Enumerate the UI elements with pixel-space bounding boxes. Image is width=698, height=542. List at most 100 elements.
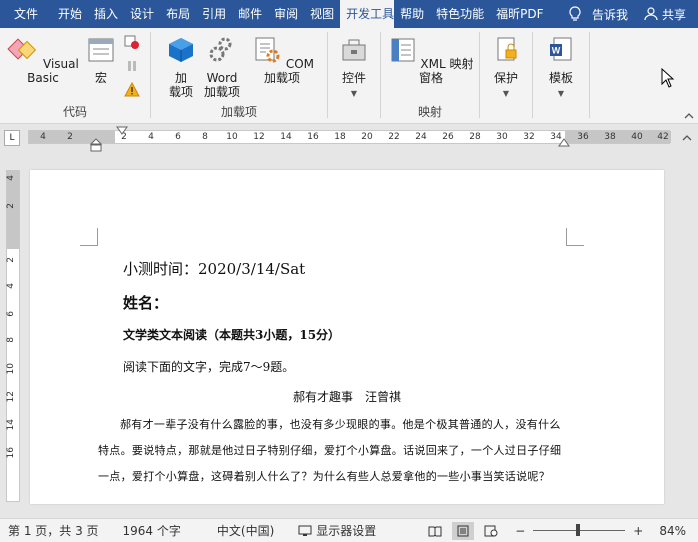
- ruler-tick: 12: [253, 132, 265, 142]
- ruler-tick: 2: [67, 132, 73, 142]
- addins-label-line1: 加: [174, 71, 187, 85]
- web-layout-icon: [484, 525, 498, 536]
- chevron-down-icon: ▼: [502, 89, 510, 98]
- ruler-tick: 16: [307, 132, 319, 142]
- document-template-button[interactable]: W 模板 ▼: [541, 36, 581, 101]
- vertical-ruler[interactable]: 4 2 2 4 6 8 10 12 14 16: [6, 170, 20, 502]
- addins-label-line2: 载项: [168, 85, 193, 99]
- com-addins-button[interactable]: COM 加载项: [243, 36, 321, 85]
- crop-mark-top-left: [80, 228, 98, 246]
- ruler-tick: 26: [442, 132, 454, 142]
- ruler-tick: 16: [6, 447, 16, 459]
- xml-mapping-icon: [391, 38, 415, 62]
- share-button[interactable]: 共享: [636, 6, 698, 23]
- tab-special-features[interactable]: 特色功能: [430, 0, 490, 28]
- doc-article-title[interactable]: 郝有才趣事 汪曾祺: [30, 388, 664, 405]
- doc-name-line[interactable]: 姓名：: [123, 292, 168, 313]
- ruler-tick: 20: [361, 132, 373, 142]
- tell-me-label: 告诉我: [591, 7, 628, 22]
- group-code: Visual Basic 宏 代码: [0, 28, 150, 124]
- tab-selector-button[interactable]: L: [4, 130, 20, 146]
- ruler-tick: 22: [388, 132, 400, 142]
- print-layout-button[interactable]: [452, 521, 475, 540]
- tab-developer[interactable]: 开发工具: [340, 0, 395, 28]
- tab-layout[interactable]: 布局: [160, 0, 196, 28]
- tab-file[interactable]: 文件: [0, 0, 52, 28]
- web-layout-button[interactable]: [480, 522, 502, 540]
- group-code-label: 代码: [62, 105, 87, 119]
- tell-me-box[interactable]: 告诉我: [560, 6, 636, 23]
- page-layout-icon: [457, 525, 469, 536]
- chevron-up-icon[interactable]: [682, 134, 692, 142]
- crop-mark-top-right: [566, 228, 584, 246]
- xml-mapping-pane-button[interactable]: XML 映射窗格: [385, 36, 477, 85]
- ruler-tick: 2: [6, 257, 16, 263]
- record-macro-icon[interactable]: [124, 34, 140, 50]
- ruler-area: L 4 2 2 4 6 8 10 12 14 16 18 20 22 24 26…: [0, 124, 698, 152]
- ruler-tick: 40: [631, 132, 643, 142]
- status-bar: 第 1 页，共 3 页 1964 个字 中文(中国) 显示器设置 − + 84%: [0, 518, 698, 542]
- language-status[interactable]: 中文(中国): [189, 522, 282, 539]
- word-addins-button[interactable]: Word 加载项: [201, 36, 243, 99]
- template-label: 模板: [548, 71, 573, 85]
- macros-button[interactable]: 宏: [82, 36, 120, 85]
- zoom-slider-thumb[interactable]: [576, 524, 581, 536]
- visual-basic-button[interactable]: Visual Basic: [6, 36, 80, 85]
- right-indent-marker-icon[interactable]: [558, 138, 570, 148]
- zoom-out-button[interactable]: −: [505, 524, 527, 538]
- word-addins-label-line1: Word: [206, 71, 238, 85]
- ruler-tick: 18: [334, 132, 346, 142]
- ruler-tick: 14: [6, 419, 16, 431]
- display-settings-button[interactable]: 显示器设置: [282, 522, 384, 539]
- protect-button[interactable]: 保护 ▼: [486, 36, 526, 101]
- controls-button[interactable]: 控件 ▼: [334, 36, 374, 101]
- document-page[interactable]: 小测时间：2020/3/14/Sat 姓名： 文学类文本阅读（本题共3小题，15…: [30, 170, 664, 504]
- protect-document-icon: [497, 37, 517, 61]
- ruler-tick: 4: [6, 175, 16, 181]
- chevron-down-icon: ▼: [557, 89, 565, 98]
- group-addins-label: 加载项: [220, 105, 257, 119]
- pause-recording-icon[interactable]: [124, 58, 140, 74]
- xml-mapping-pane-label: XML 映射窗格: [418, 57, 474, 85]
- ruler-tick: 10: [226, 132, 238, 142]
- ribbon: Visual Basic 宏 代码 加 载项 Word 加载项 COM 加载项 …: [0, 28, 698, 124]
- controls-toolbox-icon: [342, 39, 366, 61]
- tab-references[interactable]: 引用: [196, 0, 232, 28]
- doc-section-heading[interactable]: 文学类文本阅读（本题共3小题，15分）: [123, 326, 340, 343]
- doc-test-time-line[interactable]: 小测时间：2020/3/14/Sat: [123, 258, 305, 279]
- tab-home[interactable]: 开始: [52, 0, 88, 28]
- macro-security-icon[interactable]: [124, 82, 140, 98]
- mouse-pointer-icon: [661, 68, 675, 88]
- ruler-tick: 8: [6, 337, 16, 343]
- ruler-tick: 32: [523, 132, 535, 142]
- tab-view[interactable]: 视图: [304, 0, 340, 28]
- doc-instruction-line[interactable]: 阅读下面的文字，完成7～9题。: [123, 358, 294, 375]
- zoom-level[interactable]: 84%: [645, 524, 698, 538]
- ribbon-tab-bar: 文件 开始 插入 设计 布局 引用 邮件 审阅 视图 开发工具 帮助 特色功能 …: [0, 0, 698, 28]
- tab-mailings[interactable]: 邮件: [232, 0, 268, 28]
- page-count-status[interactable]: 第 1 页，共 3 页: [0, 522, 107, 539]
- doc-article-paragraph[interactable]: 郝有才一辈子没有什么露脸的事，也没有多少现眼的事。他是个极其普通的人，没有什么特…: [98, 412, 566, 490]
- zoom-in-button[interactable]: +: [631, 524, 645, 538]
- ruler-tick: 38: [604, 132, 616, 142]
- ruler-tick: 24: [415, 132, 427, 142]
- ruler-tick: 28: [469, 132, 481, 142]
- chevron-down-icon: ▼: [350, 89, 358, 98]
- read-mode-button[interactable]: [424, 522, 446, 540]
- tab-design[interactable]: 设计: [124, 0, 160, 28]
- ruler-tick: 2: [6, 203, 16, 209]
- hanging-indent-marker-icon[interactable]: [90, 138, 102, 152]
- first-line-indent-marker-icon[interactable]: [116, 126, 128, 136]
- tab-review[interactable]: 审阅: [268, 0, 304, 28]
- addins-button[interactable]: 加 载项: [161, 36, 201, 99]
- zoom-slider[interactable]: [533, 524, 626, 536]
- tab-help[interactable]: 帮助: [394, 0, 430, 28]
- collapse-ribbon-icon[interactable]: [684, 112, 694, 120]
- ruler-tick: 14: [280, 132, 292, 142]
- group-addins: 加 载项 Word 加载项 COM 加载项 加载项: [151, 28, 327, 124]
- person-icon: [644, 7, 658, 21]
- tab-foxit-pdf[interactable]: 福昕PDF: [490, 0, 549, 28]
- word-count-status[interactable]: 1964 个字: [107, 522, 189, 539]
- tab-insert[interactable]: 插入: [88, 0, 124, 28]
- protect-label: 保护: [493, 71, 518, 85]
